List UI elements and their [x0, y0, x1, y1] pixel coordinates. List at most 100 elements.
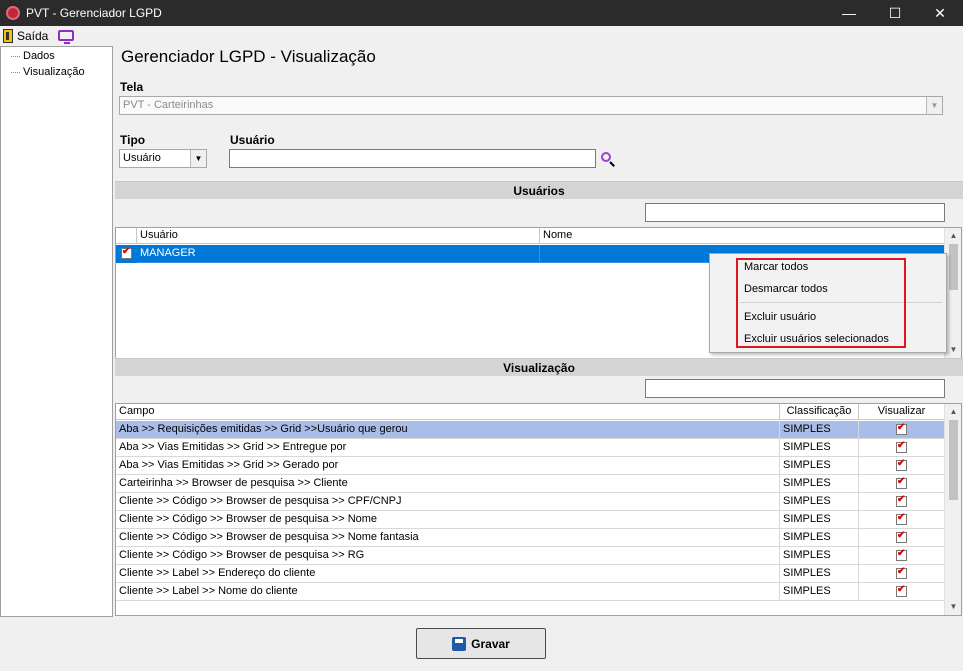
visualizar-checkbox[interactable] — [896, 512, 907, 525]
visualizar-checkbox[interactable] — [896, 494, 907, 507]
table-row[interactable]: Aba >> Vias Emitidas >> Grid >> Gerado p… — [116, 457, 945, 475]
scroll-thumb[interactable] — [949, 244, 958, 290]
tipo-select-value: Usuário — [123, 152, 161, 164]
tree-item-dados[interactable]: Dados — [11, 50, 55, 62]
cell-visualizar — [859, 475, 945, 493]
page-title: Gerenciador LGPD - Visualização — [121, 47, 376, 66]
scroll-thumb[interactable] — [949, 420, 958, 500]
cell-visualizar — [859, 439, 945, 457]
cell-classificacao: SIMPLES — [780, 529, 859, 547]
cell-campo: Aba >> Requisições emitidas >> Grid >>Us… — [116, 421, 780, 439]
cell-visualizar — [859, 583, 945, 601]
cell-classificacao: SIMPLES — [780, 583, 859, 601]
table-row[interactable]: Aba >> Requisições emitidas >> Grid >>Us… — [116, 421, 945, 439]
scroll-up-icon[interactable]: ▲ — [945, 406, 962, 418]
table-row[interactable]: Cliente >> Label >> Endereço do cliente S… — [116, 565, 945, 583]
tree-item-visualizacao[interactable]: Visualização — [11, 66, 85, 78]
tipo-select[interactable]: Usuário ▼ — [119, 149, 207, 168]
window-title: PVT - Gerenciador LGPD — [26, 6, 162, 20]
cell-classificacao: SIMPLES — [780, 547, 859, 565]
annotation-highlight-box — [736, 258, 906, 348]
visualizar-checkbox[interactable] — [896, 440, 907, 453]
scroll-down-icon[interactable]: ▼ — [945, 601, 962, 613]
close-button[interactable]: ✕ — [917, 0, 963, 26]
cell-visualizar — [859, 511, 945, 529]
save-button-label: Gravar — [471, 636, 510, 651]
visualizacao-section-header: Visualização — [115, 358, 963, 376]
tela-label: Tela — [120, 80, 144, 94]
select-column-header — [116, 228, 137, 244]
cell-visualizar — [859, 457, 945, 475]
minimize-button[interactable]: — — [826, 0, 872, 26]
monitor-icon[interactable] — [58, 30, 74, 44]
table-row[interactable]: Aba >> Vias Emitidas >> Grid >> Entregue… — [116, 439, 945, 457]
cell-classificacao: SIMPLES — [780, 565, 859, 583]
usuario-label: Usuário — [230, 133, 275, 147]
exit-door-icon[interactable] — [3, 29, 13, 43]
menu-saida[interactable]: Saída — [17, 29, 48, 43]
tela-select-value: PVT - Carteirinhas — [123, 99, 214, 111]
table-row[interactable]: Cliente >> Código >> Browser de pesquisa… — [116, 547, 945, 565]
visualizar-checkbox[interactable] — [896, 566, 907, 579]
tipo-label: Tipo — [120, 133, 146, 147]
column-header-nome[interactable]: Nome — [540, 228, 945, 244]
visualizar-checkbox[interactable] — [896, 584, 907, 597]
cell-visualizar — [859, 565, 945, 583]
cell-classificacao: SIMPLES — [780, 493, 859, 511]
cell-visualizar — [859, 493, 945, 511]
table-row[interactable]: Carteirinha >> Browser de pesquisa >> Cl… — [116, 475, 945, 493]
visualizar-checkbox[interactable] — [896, 548, 907, 561]
cell-visualizar — [859, 529, 945, 547]
visualizar-checkbox[interactable] — [896, 422, 907, 435]
scroll-up-icon[interactable]: ▲ — [945, 230, 962, 242]
context-menu: Marcar todos Desmarcar todos Excluir usu… — [709, 253, 947, 353]
cell-campo: Cliente >> Código >> Browser de pesquisa… — [116, 493, 780, 511]
title-bar: PVT - Gerenciador LGPD — ☐ ✕ — [0, 0, 963, 26]
cell-campo: Cliente >> Código >> Browser de pesquisa… — [116, 529, 780, 547]
table-row[interactable]: Cliente >> Código >> Browser de pesquisa… — [116, 529, 945, 547]
table-row[interactable]: Cliente >> Código >> Browser de pesquisa… — [116, 511, 945, 529]
scroll-down-icon[interactable]: ▼ — [945, 344, 962, 356]
cell-campo: Cliente >> Código >> Browser de pesquisa… — [116, 511, 780, 529]
maximize-button[interactable]: ☐ — [872, 0, 918, 26]
cell-campo: Cliente >> Label >> Endereço do cliente — [116, 565, 780, 583]
cell-visualizar — [859, 421, 945, 439]
usuario-input[interactable] — [229, 149, 596, 168]
visualizacao-scrollbar[interactable]: ▲ ▼ — [944, 404, 961, 615]
usuarios-filter-input[interactable] — [645, 203, 945, 222]
cell-campo: Aba >> Vias Emitidas >> Grid >> Gerado p… — [116, 457, 780, 475]
table-row[interactable]: Cliente >> Label >> Nome do cliente SIMPL… — [116, 583, 945, 601]
usuarios-section-header: Usuários — [115, 181, 963, 199]
chevron-down-icon: ▼ — [190, 150, 206, 167]
cell-campo: Carteirinha >> Browser de pesquisa >> Cl… — [116, 475, 780, 493]
cell-campo: Cliente >> Código >> Browser de pesquisa… — [116, 547, 780, 565]
cell-classificacao: SIMPLES — [780, 511, 859, 529]
cell-classificacao: SIMPLES — [780, 439, 859, 457]
column-header-campo[interactable]: Campo — [116, 404, 780, 420]
cell-usuario: MANAGER — [137, 245, 540, 263]
chevron-down-icon: ▼ — [926, 97, 942, 114]
visualizacao-filter-input[interactable] — [645, 379, 945, 398]
menu-bar: Saída — [0, 26, 963, 46]
search-icon[interactable] — [600, 151, 618, 169]
visualizar-checkbox[interactable] — [896, 476, 907, 489]
cell-classificacao: SIMPLES — [780, 475, 859, 493]
visualizacao-grid: Campo Classificação Visualizar Aba >> Re… — [115, 403, 962, 616]
visualizar-checkbox[interactable] — [896, 530, 907, 543]
cell-campo: Aba >> Vias Emitidas >> Grid >> Entregue… — [116, 439, 780, 457]
save-button[interactable]: Gravar — [416, 628, 546, 659]
cell-visualizar — [859, 547, 945, 565]
column-header-visualizar[interactable]: Visualizar — [859, 404, 945, 420]
navigation-tree: Dados Visualização — [0, 46, 113, 617]
tela-select[interactable]: PVT - Carteirinhas ▼ — [119, 96, 943, 115]
floppy-disk-icon — [452, 636, 467, 651]
row-checkbox[interactable] — [121, 246, 132, 259]
app-icon — [6, 6, 20, 20]
visualizar-checkbox[interactable] — [896, 458, 907, 471]
column-header-usuario[interactable]: Usuário — [137, 228, 540, 244]
cell-classificacao: SIMPLES — [780, 421, 859, 439]
cell-classificacao: SIMPLES — [780, 457, 859, 475]
cell-campo: Cliente >> Label >> Nome do cliente — [116, 583, 780, 601]
table-row[interactable]: Cliente >> Código >> Browser de pesquisa… — [116, 493, 945, 511]
column-header-classificacao[interactable]: Classificação — [780, 404, 859, 420]
